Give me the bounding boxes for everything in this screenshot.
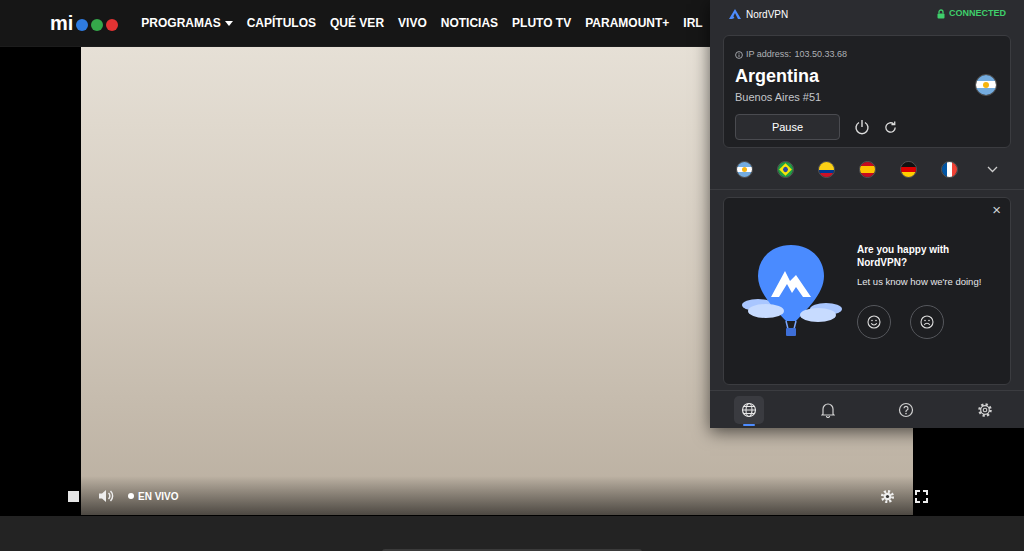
feedback-text: Are you happy with NordVPN? Let us know h… (857, 243, 1002, 339)
brazil-flag-icon[interactable] (777, 161, 794, 178)
scroll-handle (382, 549, 642, 551)
quick-connect-row (710, 150, 1024, 190)
colombia-flag-icon[interactable] (818, 161, 835, 178)
nav-item[interactable]: PROGRAMAS (141, 14, 232, 32)
feedback-title: Are you happy with NordVPN? (857, 243, 967, 269)
nav-label[interactable]: CAPÍTULOS (247, 14, 316, 32)
feedback-subtitle: Let us know how we're doing! (857, 275, 1002, 289)
footer-strip (0, 516, 1024, 551)
feedback-card: × Are you happy with NordVPN? Let us know … (723, 197, 1011, 385)
volume-icon[interactable] (98, 489, 114, 503)
spain-flag-icon[interactable] (859, 161, 876, 178)
bottom-nav-item[interactable] (946, 391, 1024, 428)
selected-indicator (743, 424, 755, 426)
nav-label[interactable]: QUÉ VER (330, 14, 384, 32)
nav-label[interactable]: VIVO (398, 14, 427, 32)
pause-button[interactable]: Pause (735, 114, 840, 140)
happy-face-icon[interactable] (857, 305, 891, 339)
balloon-illustration-icon (738, 239, 844, 343)
help-icon[interactable] (891, 396, 921, 424)
action-row: Pause (735, 114, 999, 140)
nav-item[interactable]: PLUTO TV (512, 14, 571, 32)
argentina-flag-icon (975, 74, 997, 96)
vpn-titlebar: NordVPN CONNECTED (710, 0, 1024, 28)
caret-down-icon[interactable] (225, 21, 233, 26)
country-name: Argentina (735, 65, 821, 87)
power-icon[interactable] (854, 119, 870, 135)
nav-label[interactable]: PLUTO TV (512, 14, 571, 32)
vpn-window: NordVPN CONNECTED IP address:103.50.33.68 A… (710, 0, 1024, 428)
feedback-buttons (857, 305, 1002, 339)
ip-row: IP address:103.50.33.68 (735, 48, 999, 62)
chevron-down-icon[interactable] (987, 166, 998, 173)
server-name: Buenos Aires #51 (735, 89, 821, 106)
pause-label[interactable]: Pause (772, 121, 803, 133)
nav-item[interactable]: PARAMOUNT+ (585, 14, 669, 32)
logo-dots-icon[interactable] (75, 18, 119, 32)
status-label: CONNECTED (949, 7, 1006, 21)
nav-label[interactable]: PROGRAMAS (141, 14, 220, 32)
nav-label[interactable]: NOTICIAS (441, 14, 498, 32)
bottom-nav-item[interactable] (710, 391, 789, 428)
location-row: Argentina Buenos Aires #51 (735, 65, 999, 106)
live-dot (128, 493, 134, 499)
settings-icon[interactable] (970, 396, 1000, 424)
logo-text[interactable]: mi (50, 13, 73, 33)
vpn-logo: NordVPN (728, 7, 788, 22)
lock-icon (937, 9, 945, 19)
player-controls: EN VIVO (60, 476, 936, 516)
nav-item[interactable]: VIVO (398, 14, 427, 32)
live-label: EN VIVO (138, 489, 179, 504)
stop-icon[interactable] (68, 491, 79, 502)
germany-flag-icon[interactable] (900, 161, 917, 178)
fullscreen-icon[interactable] (915, 490, 928, 503)
sad-face-icon[interactable] (910, 305, 944, 339)
bottom-nav (710, 390, 1024, 428)
nav-item[interactable]: NOTICIAS (441, 14, 498, 32)
ip-address: 103.50.33.68 (794, 48, 847, 62)
france-flag-icon[interactable] (941, 161, 958, 178)
connection-status: CONNECTED (937, 7, 1006, 21)
main-nav: PROGRAMAS CAPÍTULOS QUÉ VER VIVO NOTICIAS PLU… (141, 14, 702, 32)
app-name: NordVPN (746, 7, 788, 22)
nav-item[interactable]: IRL (683, 14, 702, 32)
nav-item[interactable]: CAPÍTULOS (247, 14, 316, 32)
connection-panel: IP address:103.50.33.68 Argentina Buenos A… (723, 35, 1011, 148)
nord-logo-icon (728, 8, 742, 20)
nav-label[interactable]: IRL (683, 14, 702, 32)
argentina-flag-icon[interactable] (736, 161, 753, 178)
ip-label: IP address: (746, 48, 791, 62)
live-indicator: EN VIVO (128, 489, 179, 504)
vpn-content: IP address:103.50.33.68 Argentina Buenos A… (710, 28, 1024, 148)
bell-icon[interactable] (813, 396, 843, 424)
info-icon (735, 51, 743, 59)
globe-icon[interactable] (734, 396, 764, 424)
site-logo[interactable]: mi (50, 13, 119, 33)
bottom-nav-item[interactable] (789, 391, 868, 428)
gear-icon[interactable] (880, 489, 895, 504)
close-button[interactable]: × (992, 202, 1001, 217)
refresh-icon[interactable] (883, 120, 898, 135)
nav-label[interactable]: PARAMOUNT+ (585, 14, 669, 32)
bottom-nav-item[interactable] (867, 391, 946, 428)
location-text: Argentina Buenos Aires #51 (735, 65, 821, 106)
nav-item[interactable]: QUÉ VER (330, 14, 384, 32)
